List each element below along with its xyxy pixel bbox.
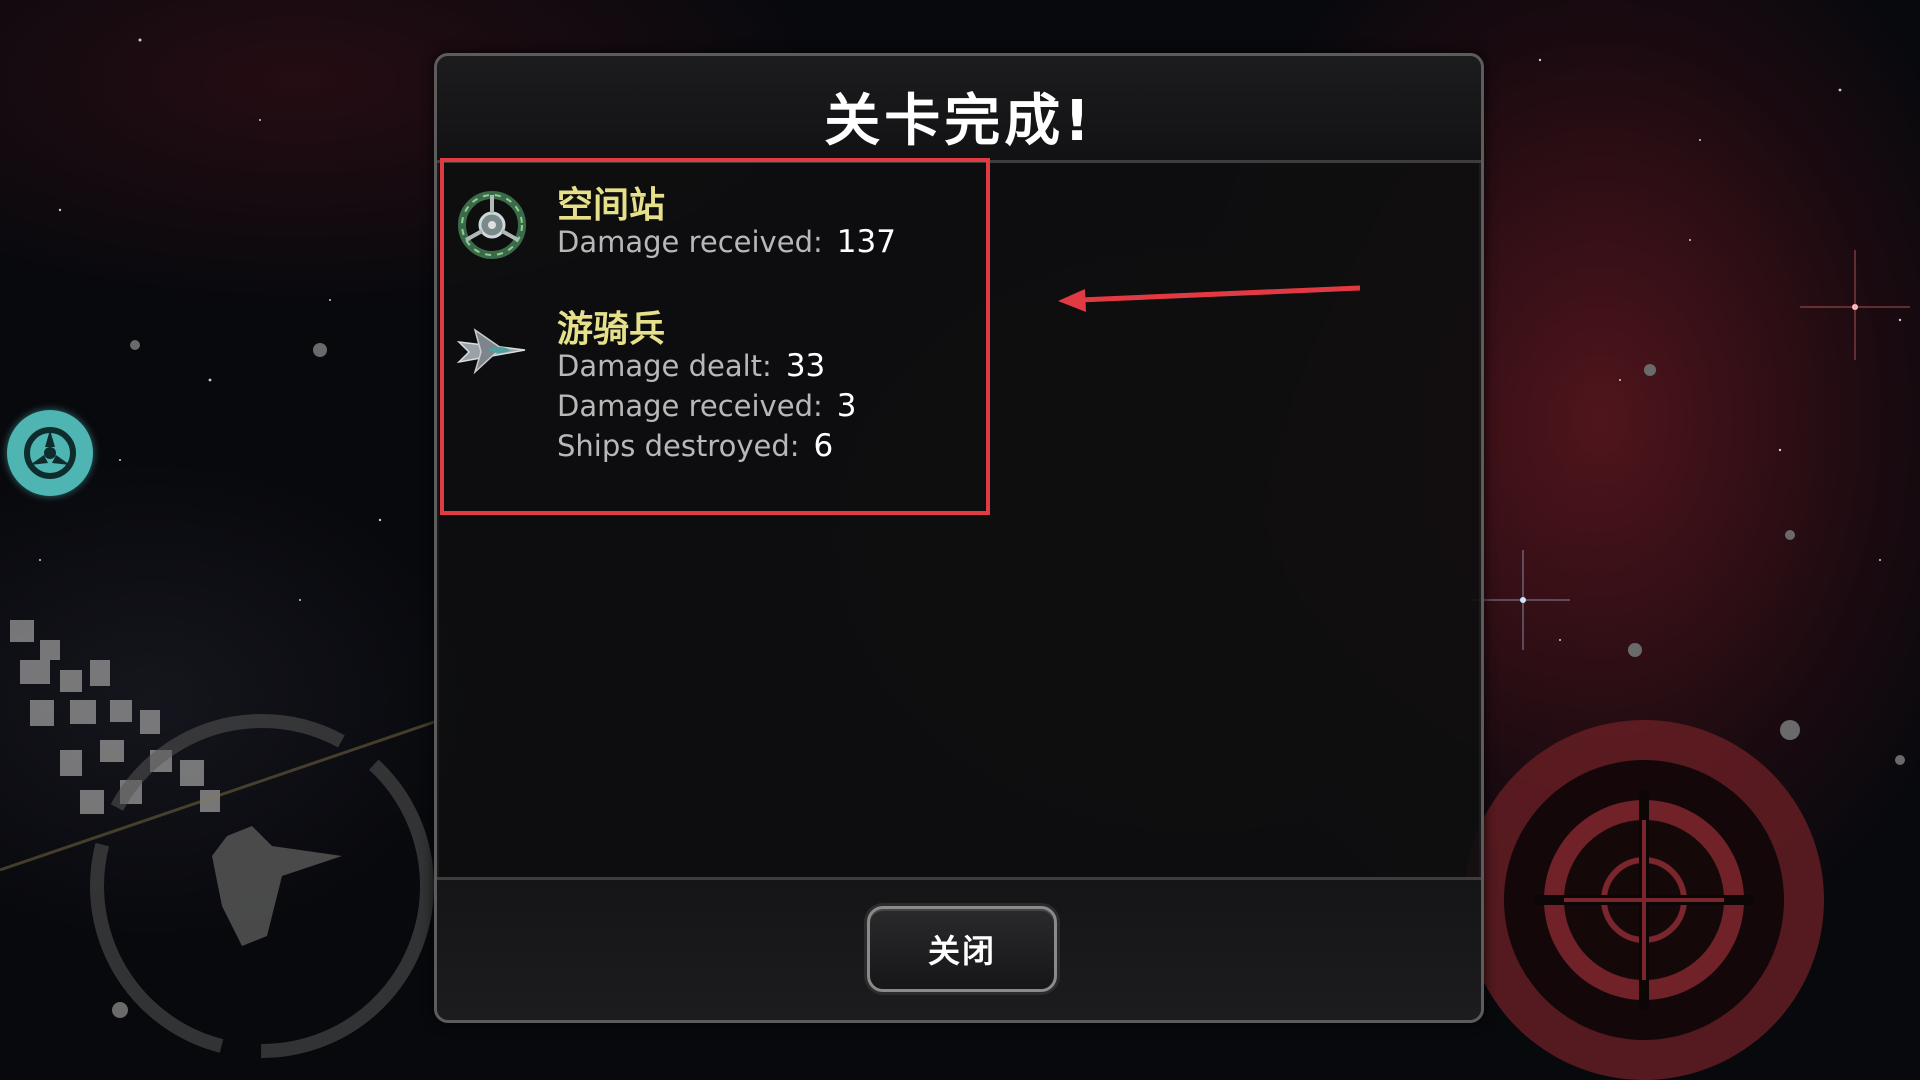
dialog-title: 关卡完成!	[824, 89, 1094, 154]
shield-ability-button[interactable]	[7, 410, 93, 496]
shield-icon	[24, 427, 76, 479]
annotation-arrow-icon	[1058, 285, 1361, 312]
fire-button[interactable]	[1464, 720, 1824, 1080]
movement-joystick[interactable]	[82, 706, 442, 1066]
joystick-ship-icon	[212, 826, 342, 946]
dialog-header: 关卡完成!	[437, 56, 1481, 163]
close-button[interactable]: 关闭	[867, 906, 1057, 992]
highlight-annotation-box	[440, 158, 990, 515]
dialog-footer: 关闭	[437, 877, 1481, 1020]
